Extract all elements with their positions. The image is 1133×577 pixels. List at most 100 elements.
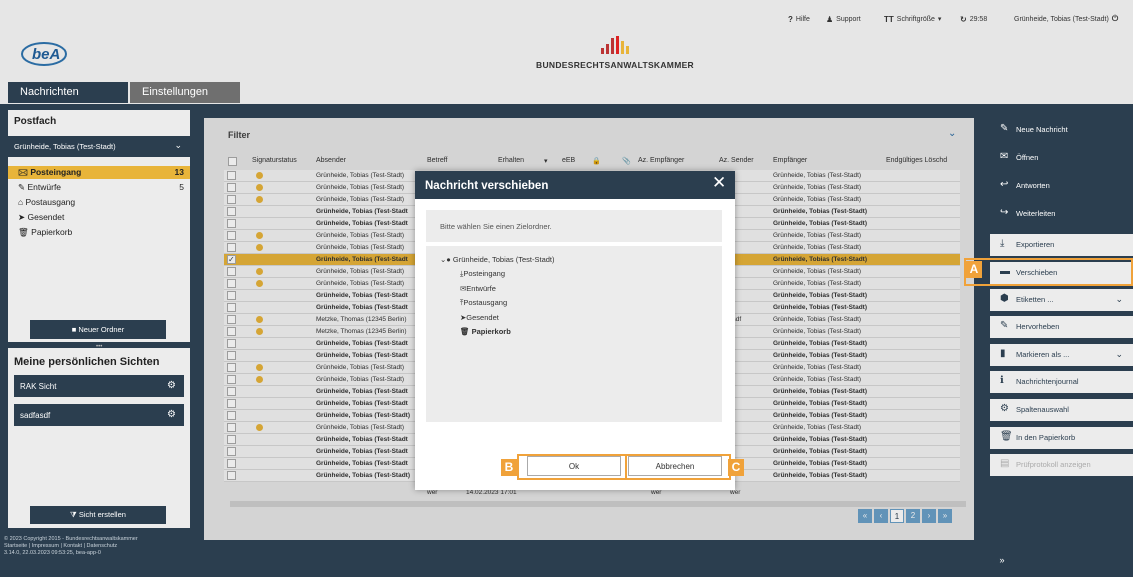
help-link[interactable]: ? Hilfe — [788, 12, 810, 26]
tree-label: Entwürfe — [466, 284, 496, 293]
folder-label: Entwürfe — [27, 182, 62, 192]
refresh-icon: ↻ — [960, 14, 967, 24]
action-antworten-button[interactable]: ↩ Antworten — [990, 175, 1133, 197]
document-icon: ▤ — [1000, 458, 1010, 469]
tree-postausgang[interactable]: ⤒Postausgang — [460, 298, 507, 308]
action-nachrichtenjournal-button[interactable]: ℹ Nachrichtenjournal — [990, 371, 1133, 393]
tree-root-label: Grünheide, Tobias (Test-Stadt) — [452, 255, 555, 264]
dialog-title: Nachricht verschieben — [415, 171, 735, 199]
action-hervorheben-button[interactable]: ✎ Hervorheben — [990, 316, 1133, 338]
expand-panel-button[interactable]: » — [993, 552, 1011, 570]
create-view-button[interactable]: ⧩ Sicht erstellen — [30, 506, 166, 524]
tree-label: Postausgang — [463, 298, 508, 307]
download-icon: ⤓ — [1000, 238, 1005, 249]
tree-gesendet[interactable]: ➤Gesendet — [460, 313, 499, 322]
create-view-label: Sicht erstellen — [78, 510, 126, 519]
action-label: In den Papierkorb — [1016, 433, 1076, 442]
tree-papierkorb[interactable]: 🗑 Papierkorb — [460, 327, 511, 336]
folder-label: Postausgang — [25, 197, 76, 207]
user-icon: ♟ — [826, 14, 834, 24]
action-label: Exportieren — [1016, 240, 1055, 249]
chevron-down-icon: ⌄ — [174, 140, 182, 150]
tree-label: Papierkorb — [471, 327, 511, 336]
outbox-icon: ⌂ — [18, 197, 26, 207]
marker-b: B — [501, 459, 517, 476]
action-markieren-als-button[interactable]: ▮ Markieren als ... ⌄ — [990, 344, 1133, 366]
brak-bars-icon — [601, 36, 629, 54]
folder-label: Posteingang — [30, 167, 82, 177]
action-neue-nachricht-button[interactable]: ✎ Neue Nachricht — [990, 119, 1133, 141]
folder-label: Gesendet — [27, 212, 65, 222]
tab-nachrichten[interactable]: Nachrichten — [8, 82, 128, 103]
action-label: Neue Nachricht — [1016, 125, 1068, 134]
trash-icon: 🗑 — [18, 227, 32, 237]
filter-icon: ⧩ — [70, 510, 79, 519]
tree-root[interactable]: ⌄● Grünheide, Tobias (Test-Stadt) — [440, 255, 555, 264]
folder-count: 13 — [174, 167, 184, 177]
support-link[interactable]: ♟ Support — [826, 12, 861, 26]
gear-icon: ⚙ — [1000, 403, 1009, 414]
highlight-icon: ✎ — [1000, 320, 1009, 331]
folder-gesendet[interactable]: ➤ Gesendet — [18, 212, 188, 224]
gear-icon[interactable]: ⚙ — [167, 409, 176, 420]
action-label: Öffnen — [1016, 153, 1039, 162]
chevron-down-icon: ⌄ — [1115, 294, 1123, 304]
action-in-den-papierkorb-button[interactable]: 🗑 In den Papierkorb — [990, 427, 1133, 449]
logo-text: beA — [32, 46, 60, 63]
close-icon[interactable]: ✕ — [712, 173, 726, 193]
tree-label: Posteingang — [463, 269, 506, 278]
action-öffnen-button[interactable]: ✉ Öffnen — [990, 147, 1133, 169]
action-prüfprotokoll-anzeigen-button[interactable]: ▤ Prüfprotokoll anzeigen — [990, 454, 1133, 476]
forward-icon: ↪ — [1000, 207, 1009, 218]
view-rak-sicht[interactable]: RAK Sicht ⚙ — [14, 375, 184, 397]
views-title: Meine persönlichen Sichten — [14, 356, 160, 368]
action-etiketten-button[interactable]: ⬢ Etiketten ... ⌄ — [990, 289, 1133, 311]
mailbox-select[interactable]: Grünheide, Tobias (Test-Stadt) ⌄ — [8, 136, 190, 157]
ok-button[interactable]: Ok — [527, 456, 621, 476]
action-label: Prüfprotokoll anzeigen — [1016, 460, 1091, 469]
copyright-text: © 2023 Copyright 2015 - Bundesrechtsanwa… — [4, 536, 138, 542]
cancel-button[interactable]: Abbrechen — [628, 456, 722, 476]
folder-posteingang[interactable]: 🖂 Posteingang 13 — [18, 167, 188, 179]
dialog-info: Bitte wählen Sie einen Zielordner. — [426, 210, 722, 242]
support-label: Support — [836, 15, 861, 23]
action-exportieren-button[interactable]: ⤓ Exportieren — [990, 234, 1133, 256]
reply-icon: ↩ — [1000, 179, 1009, 190]
folder-entwuerfe[interactable]: ✎ Entwürfe 5 — [18, 182, 188, 194]
action-label: Weiterleiten — [1016, 209, 1056, 218]
tab-einstellungen[interactable]: Einstellungen — [130, 82, 240, 103]
help-label: Hilfe — [795, 15, 810, 23]
trash-icon: 🗑 — [1000, 431, 1013, 442]
help-icon: ? — [788, 14, 793, 24]
font-size-control[interactable]: TT Schriftgröße ▾ — [884, 12, 941, 26]
gear-icon[interactable]: ⚙ — [167, 380, 176, 391]
chevron-down-icon: ▾ — [937, 16, 942, 23]
folder-postausgang[interactable]: ⌂ Postausgang — [18, 197, 188, 209]
view-sadfasdf[interactable]: sadfasdf ⚙ — [14, 404, 184, 426]
bea-logo: beA — [14, 36, 84, 72]
tag-icon: ⬢ — [1000, 293, 1009, 304]
footer-links[interactable]: Startseite | Impressum | Kontakt | Daten… — [4, 543, 204, 550]
session-timer[interactable]: ↻ 29:58 — [960, 12, 987, 26]
action-label: Markieren als ... — [1016, 350, 1070, 359]
user-menu[interactable]: Grünheide, Tobias (Test-Stadt) ⏻ — [1014, 12, 1118, 26]
postfach-title: Postfach — [14, 116, 57, 127]
action-spaltenauswahl-button[interactable]: ⚙ Spaltenauswahl — [990, 399, 1133, 421]
marker-a: A — [966, 261, 982, 278]
user-name: Grünheide, Tobias (Test-Stadt) — [1014, 15, 1109, 23]
envelope-icon: ✉ — [1000, 151, 1009, 162]
font-size-icon: TT — [884, 14, 894, 24]
action-weiterleiten-button[interactable]: ↪ Weiterleiten — [990, 203, 1133, 225]
pencil-icon: ✎ — [1000, 123, 1009, 134]
bookmark-icon: ▮ — [1000, 348, 1006, 359]
action-label: Etiketten ... — [1016, 295, 1054, 304]
verschieben-highlight — [964, 258, 1133, 286]
info-icon: ℹ — [1000, 375, 1004, 386]
footer: © 2023 Copyright 2015 - Bundesrechtsanwa… — [4, 536, 204, 557]
tree-entwuerfe[interactable]: ✉Entwürfe — [460, 284, 496, 293]
folder-label: Papierkorb — [31, 227, 73, 237]
tree-posteingang[interactable]: ⤓Posteingang — [460, 269, 505, 279]
folder-papierkorb[interactable]: 🗑 Papierkorb — [18, 227, 188, 239]
tree-label: Gesendet — [466, 313, 499, 322]
new-folder-button[interactable]: ■ Neuer Ordner — [30, 320, 166, 339]
